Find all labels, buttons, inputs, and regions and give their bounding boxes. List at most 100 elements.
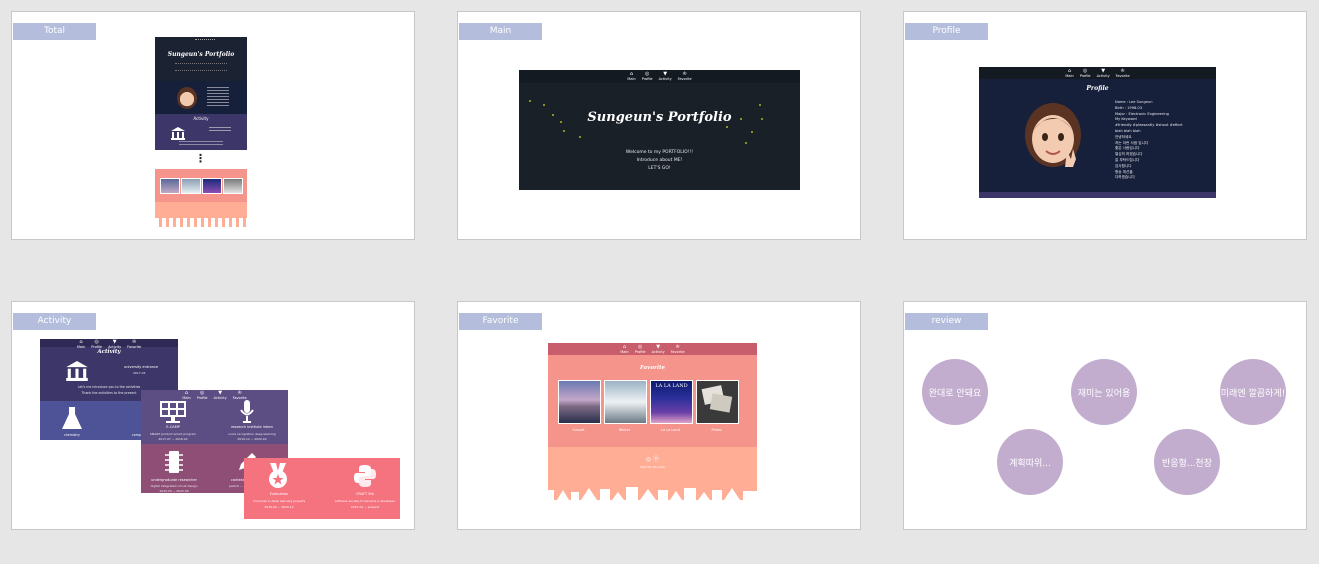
review-bubble: 재미는 있어용	[1071, 359, 1137, 425]
review-bubble: 반응형...천장	[1154, 429, 1220, 495]
python-date: 2021.01 ~ present	[350, 505, 380, 509]
profile-page-thumbnail: ⌂ Main ◎ Profile ▼ Activity ♔ Favorite Profi…	[979, 67, 1216, 198]
activity-title: Activity	[97, 349, 121, 355]
total-title: Sungeun's Portfolio	[167, 51, 235, 58]
slide-tag: review	[905, 313, 988, 330]
main-title: Sungeun's Portfolio	[587, 110, 732, 125]
slide-favorite[interactable]: Favorite ⌂ Main ◎ Profile ▼ Activity ♔ Favor…	[457, 301, 861, 530]
nav-item-favorite[interactable]: ♔ Favorite	[671, 344, 685, 354]
favorite-photo-winter[interactable]	[604, 380, 647, 424]
total-activity-title: Activity	[193, 116, 209, 121]
python-icon	[353, 464, 377, 492]
card-name: university entrance	[124, 365, 159, 369]
chip-desc: digital integrated circuit design	[150, 484, 198, 488]
slide-tag: Favorite	[459, 313, 542, 330]
nav-item-main[interactable]: ⌂ Main	[1065, 68, 1073, 78]
favorite-caption: Photo	[711, 428, 722, 432]
flask-icon	[62, 407, 82, 433]
nav-item-activity[interactable]: ▼ Activity	[659, 71, 672, 81]
total-profile-band	[155, 81, 247, 114]
mic-name: research institute intern	[230, 425, 274, 429]
total-activity-band: Activity	[155, 114, 247, 150]
main-line-1: Welcome to my PORTFOLIO!!!	[625, 150, 694, 155]
chip-date: 2020.03 ~ 2020.06	[159, 489, 189, 493]
bank-icon	[171, 125, 185, 140]
pen-name: contest	[231, 478, 245, 482]
activity-intro-1: Let's me introduce you to the activities	[77, 385, 141, 389]
slide-profile[interactable]: Profile ⌂ Main ◎ Profile ▼ Activity ♔ Favori…	[903, 11, 1307, 240]
nav-bar: ⌂ Main ◎ Profile ▼ Activity ♔ Favorite	[519, 71, 800, 81]
favorite-caption: La La Land	[661, 428, 680, 432]
medal-date: 2020.09 ~ 2020.12	[264, 505, 294, 509]
footer-text: Visit My Favorite	[640, 465, 665, 469]
medal-icon	[266, 463, 290, 493]
solar-date: 2017.07 ~ 2018.02	[158, 437, 188, 441]
medal-desc: 2nd prize in deep learning projects	[252, 499, 306, 503]
main-line-3: LET'S GO!	[648, 166, 671, 171]
favorite-footer: ◎ ⓟ Visit My Favorite	[548, 447, 757, 500]
review-bubble: 계획따위...	[997, 429, 1063, 495]
slide-main[interactable]: Main ⌂ Main ◎ Profile ▼ Activity ♔ Favorite …	[457, 11, 861, 240]
favorite-photo-lalaland[interactable]: LA LA LAND	[650, 380, 693, 424]
main-page-thumbnail: ⌂ Main ◎ Profile ▼ Activity ♔ Favorite Sunge…	[519, 70, 800, 190]
nav-bar: ⌂ Main ◎ Profile ▼ Activity ♔ Favorite	[979, 68, 1216, 78]
movie-title: LA LA LAND	[655, 383, 688, 389]
solar-name: E-CAMP	[166, 425, 180, 429]
favorite-photo-sunset[interactable]	[558, 380, 601, 424]
avatar	[177, 87, 197, 109]
favorite-caption: Sunset	[572, 428, 585, 432]
chip-name: undergraduate researcher	[151, 478, 197, 482]
nav-item-profile[interactable]: ◎ Profile	[91, 339, 102, 349]
slide-activity[interactable]: Activity ⌂ Main ◎ Profile ▼ Activity ♔ Favor…	[11, 301, 415, 530]
nav-item-main[interactable]: ⌂ Main	[627, 71, 635, 81]
nav-item-main[interactable]: ⌂ Main	[620, 344, 628, 354]
mic-date: 2019.12 ~ 2020.02	[237, 437, 267, 441]
review-bubble: 완대로 안돼요	[922, 359, 988, 425]
more-icon: ⋮	[195, 152, 206, 165]
solar-desc: SMART product smart program	[149, 432, 197, 436]
footer-icons[interactable]: ◎ ⓟ	[548, 454, 757, 463]
slide-tag: Total	[13, 23, 96, 40]
nav-item-main[interactable]: ⌂ Main	[182, 390, 190, 400]
nav-item-favorite[interactable]: ♔ Favorite	[1116, 68, 1130, 78]
mic-desc: voice recognition deep learning	[228, 432, 276, 436]
slide-tag: Profile	[905, 23, 988, 40]
pen-desc: patent ...	[229, 484, 243, 488]
favorite-caption: Winter	[618, 428, 631, 432]
favorite-title: Favorite	[639, 365, 666, 371]
skyline-silhouette	[548, 484, 757, 500]
chip-icon	[165, 450, 183, 478]
nav-item-activity[interactable]: ▼ Activity	[108, 339, 121, 349]
medal-name: Evaluation	[269, 492, 289, 496]
nav-item-main[interactable]: ⌂ Main	[77, 339, 85, 349]
nav-item-profile[interactable]: ◎ Profile	[635, 344, 646, 354]
nav-item-favorite[interactable]: ♔ Favorite	[233, 390, 247, 400]
nav-item-favorite[interactable]: ♔ Favorite	[127, 339, 141, 349]
slide-tag: Main	[459, 23, 542, 40]
profile-title: Profile	[1086, 85, 1109, 92]
nav-item-profile[interactable]: ◎ Profile	[1080, 68, 1091, 78]
nav-item-profile[interactable]: ◎ Profile	[642, 71, 653, 81]
bank-icon	[66, 361, 88, 385]
slide-total[interactable]: Total Sungeun's Portfolio Activity ⋮ 4	[11, 11, 415, 240]
favorite-photo-photos[interactable]	[696, 380, 739, 424]
nav-item-activity[interactable]: ▼ Activity	[1097, 68, 1110, 78]
slide-tag: Activity	[13, 313, 96, 330]
nav-item-activity[interactable]: ▼ Activity	[214, 390, 227, 400]
slide-review[interactable]: review 완대로 안돼요 재미는 있어용 미래엔 깔끔하게! 계획따위...…	[903, 301, 1307, 530]
total-favorite-band	[155, 169, 247, 227]
total-page-thumbnail: Sungeun's Portfolio Activity	[155, 37, 247, 150]
main-line-2: Introduce about ME!	[636, 158, 683, 163]
avatar	[1023, 101, 1083, 173]
skyline-silhouette	[155, 218, 247, 227]
python-name: CRAFT 5th	[355, 492, 375, 496]
nav-item-activity[interactable]: ▼ Activity	[652, 344, 665, 354]
python-desc: software society to become a developer	[334, 499, 396, 503]
profile-info: Name : Lee Sungeun Birth : 1998.03 Major…	[1115, 100, 1213, 181]
profile-line: 다하겠습니다	[1115, 175, 1135, 180]
nav-bar: ⌂ Main ◎ Profile ▼ Activity ♔ Favorite	[40, 339, 178, 349]
nav-item-favorite[interactable]: ♔ Favorite	[678, 71, 692, 81]
review-bubble: 미래엔 깔끔하게!	[1220, 359, 1286, 425]
activity-page-3-thumbnail: Evaluation 2nd prize in deep learning pr…	[244, 458, 400, 519]
nav-item-profile[interactable]: ◎ Profile	[197, 390, 208, 400]
